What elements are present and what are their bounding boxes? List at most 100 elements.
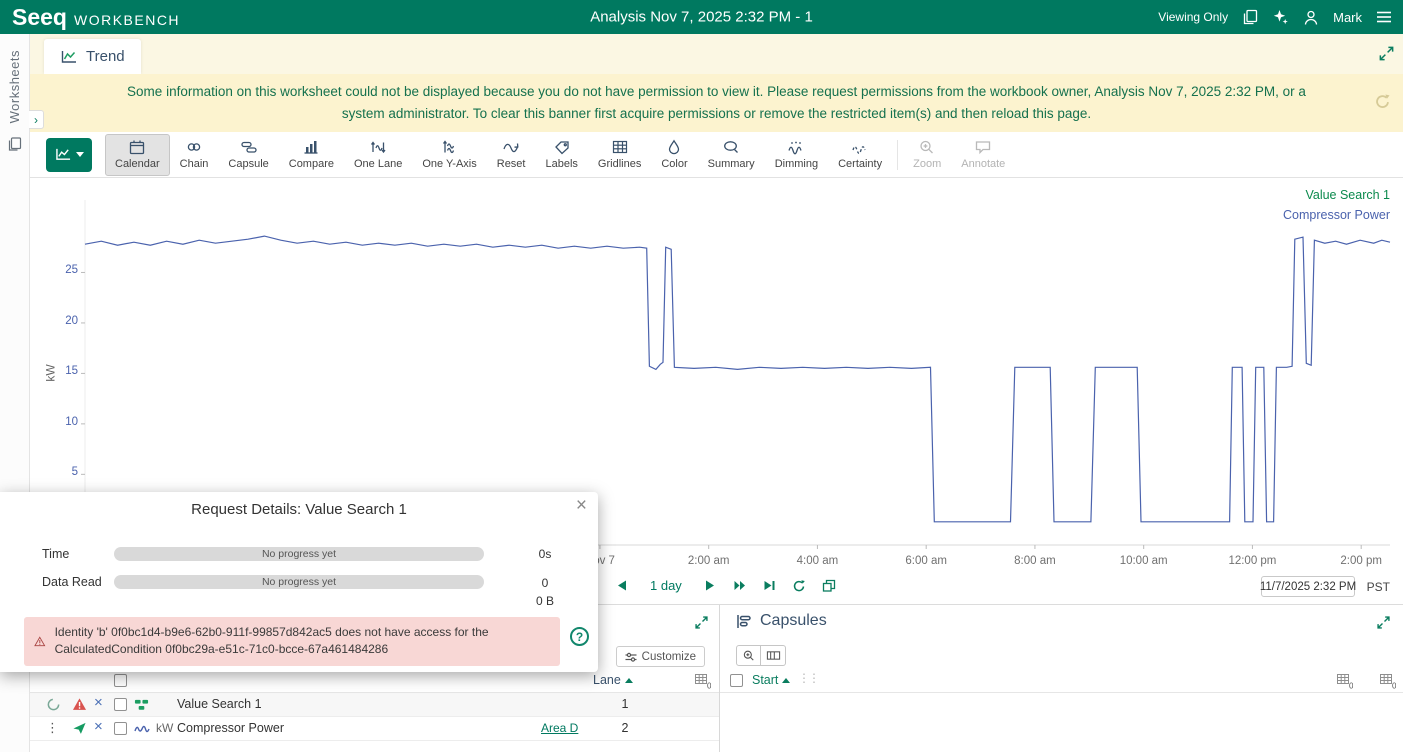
item-asset-link[interactable]: Area D [541, 721, 578, 735]
chevron-down-icon [76, 152, 84, 157]
toolbar-button-label: One Y-Axis [422, 158, 476, 170]
fast-forward-icon[interactable] [733, 579, 747, 592]
toolbar-button-dimming[interactable]: Dimming [765, 134, 828, 176]
toolbar-button-one-y-axis[interactable]: One Y-Axis [412, 134, 486, 176]
worksheets-pages-icon[interactable] [1241, 9, 1259, 25]
toolbar-button-label: Labels [546, 158, 578, 170]
row-checkbox[interactable] [114, 698, 127, 711]
help-icon[interactable]: ? [570, 627, 589, 646]
dimming-icon [787, 139, 805, 155]
x-tick-label: 6:00 am [891, 555, 961, 567]
worksheet-tab-strip: Trend [30, 34, 1403, 74]
gridlines-icon [611, 139, 629, 155]
top-header-bar: Seeq WORKBENCH Analysis Nov 7, 2025 2:32… [0, 0, 1403, 34]
capsules-maximize-icon[interactable] [1376, 615, 1391, 635]
y-tick-label: 20 [40, 315, 78, 327]
y-tick-label: 10 [40, 416, 78, 428]
user-icon[interactable] [1302, 9, 1320, 26]
seeq-logo[interactable]: Seeq WORKBENCH [0, 4, 180, 31]
column-header-lane[interactable]: Lane [593, 673, 633, 687]
details-table-body: × Value Search 1 1 ⋮ × [30, 693, 719, 741]
ai-sparkle-icon[interactable] [1272, 9, 1289, 25]
annotate-icon [974, 139, 992, 155]
zoom-to-capsule-button[interactable] [736, 645, 761, 666]
banner-refresh-icon[interactable] [1374, 93, 1391, 117]
toolbar-button-labels[interactable]: Labels [536, 134, 588, 176]
item-name[interactable]: Value Search 1 [177, 697, 262, 711]
toolbar-button-label: Certainty [838, 158, 882, 170]
tab-trend[interactable]: Trend [44, 39, 141, 74]
trend-view-dropdown-button[interactable] [46, 138, 92, 172]
progress-row-value: 0s [505, 547, 585, 561]
refresh-icon[interactable] [792, 579, 806, 593]
toolbar-button-annotate[interactable]: Annotate [951, 134, 1015, 176]
table-row[interactable]: × Value Search 1 1 [30, 693, 719, 717]
user-name[interactable]: Mark [1333, 10, 1362, 25]
grid-columns-icon[interactable]: 0 [694, 673, 711, 694]
row-menu-icon[interactable]: ⋮ [46, 721, 59, 735]
y-tick-label: 15 [40, 365, 78, 377]
toolbar-button-chain[interactable]: Chain [170, 134, 219, 176]
x-tick-label: 8:00 am [1000, 555, 1070, 567]
select-all-checkbox[interactable] [730, 674, 743, 687]
toolbar-button-zoom[interactable]: Zoom [903, 134, 951, 176]
duration-label[interactable]: 1 day [650, 578, 682, 593]
lane-labels: Value Search 1 Compressor Power [1283, 188, 1390, 222]
column-drag-grip-icon[interactable]: ⋮⋮ [798, 671, 818, 685]
capsule-timeline-button[interactable] [761, 645, 786, 666]
step-forward-icon[interactable] [704, 579, 717, 592]
select-all-checkbox[interactable] [114, 674, 127, 687]
toolbar-button-label: Capsule [228, 158, 268, 170]
worksheet-maximize-icon[interactable] [1378, 45, 1395, 67]
step-back-icon[interactable] [615, 579, 628, 592]
compressor-power-line[interactable] [85, 236, 1390, 522]
timezone-label[interactable]: PST [1367, 580, 1390, 594]
close-icon[interactable]: × [576, 495, 587, 517]
progress-bar-text: No progress yet [262, 548, 336, 560]
trend-chart-icon [60, 49, 78, 65]
table-row[interactable]: ⋮ × kW Compressor Power Area D 2 [30, 717, 719, 741]
hamburger-menu-icon[interactable] [1375, 9, 1393, 25]
column-header-start[interactable]: Start [752, 673, 790, 687]
progress-row-label: Time [42, 547, 69, 561]
calendar-icon [128, 139, 146, 155]
toolbar-button-capsule[interactable]: Capsule [218, 134, 278, 176]
toolbar-button-reset[interactable]: Reset [487, 134, 536, 176]
toolbar-button-summary[interactable]: Summary [698, 134, 765, 176]
duplicate-range-icon[interactable] [822, 579, 836, 593]
time-range-controls: 1 day [615, 578, 836, 593]
x-tick-label: 10:00 am [1109, 555, 1179, 567]
column-header-start-label: Start [752, 673, 778, 687]
customize-button[interactable]: Customize [616, 646, 705, 667]
lane-label[interactable]: Value Search 1 [1283, 188, 1390, 202]
row-checkbox[interactable] [114, 722, 127, 735]
worksheets-expand-chevron[interactable]: › [29, 110, 44, 129]
permission-warning-text: Some information on this worksheet could… [108, 81, 1325, 124]
capsules-table-header: Start ⋮⋮ 0 0 [720, 669, 1403, 693]
toolbar-button-color[interactable]: Color [651, 134, 697, 176]
end-datetime-input[interactable]: 11/7/2025 2:32 PM [1261, 576, 1355, 597]
toolbar-button-label: Dimming [775, 158, 818, 170]
lane-label[interactable]: Compressor Power [1283, 208, 1390, 222]
warning-triangle-icon[interactable] [72, 697, 87, 714]
toolbar-button-compare[interactable]: Compare [279, 134, 344, 176]
viewing-only-badge: Viewing Only [1158, 10, 1228, 24]
details-maximize-icon[interactable] [694, 615, 709, 635]
toolbar-button-one-lane[interactable]: One Lane [344, 134, 412, 176]
toolbar-button-label: One Lane [354, 158, 402, 170]
remove-item-icon[interactable]: × [94, 694, 103, 711]
item-name[interactable]: Compressor Power [177, 721, 284, 735]
step-to-end-icon[interactable] [763, 579, 776, 592]
toolbar-button-calendar[interactable]: Calendar [105, 134, 170, 176]
status-send-icon[interactable] [72, 721, 87, 738]
remove-item-icon[interactable]: × [94, 718, 103, 735]
grid-columns-icon[interactable]: 0 [1379, 673, 1396, 694]
request-details-modal: Request Details: Value Search 1 × Time N… [0, 492, 598, 672]
toolbar-button-gridlines[interactable]: Gridlines [588, 134, 651, 176]
condition-icon [134, 698, 149, 715]
compare-icon [302, 139, 320, 155]
toolbar-button-certainty[interactable]: Certainty [828, 134, 892, 176]
brand-suffix: WORKBENCH [74, 12, 180, 28]
grid-columns-icon[interactable]: 0 [1336, 673, 1353, 694]
document-title[interactable]: Analysis Nov 7, 2025 2:32 PM - 1 [590, 9, 813, 26]
